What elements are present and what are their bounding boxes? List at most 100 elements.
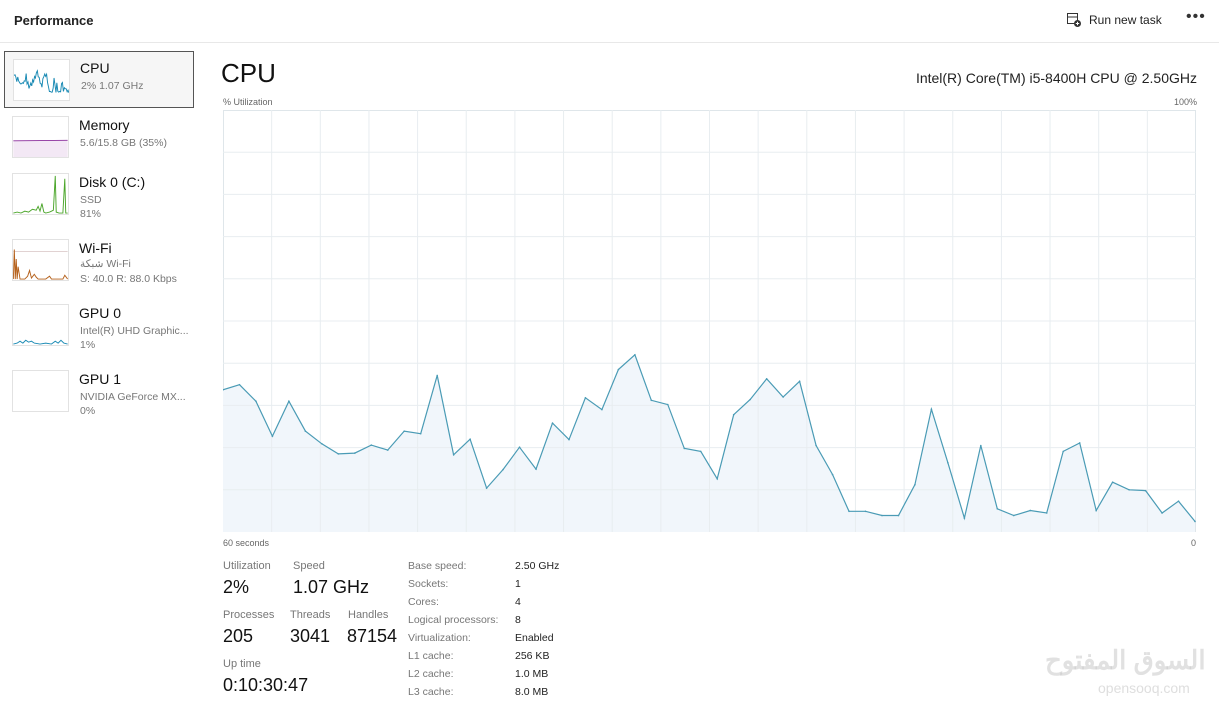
sidebar-item-detail: NVIDIA GeForce MX... <box>80 391 186 403</box>
data-point <box>617 368 620 371</box>
memory-thumbnail-graph <box>12 116 69 158</box>
sidebar-item-label: CPU <box>80 60 110 76</box>
data-point <box>1095 509 1097 512</box>
sidebar-item-detail: شبكة Wi-Fi <box>80 258 131 270</box>
spec-label: L2 cache: <box>408 668 454 680</box>
spec-label: L3 cache: <box>408 686 454 698</box>
sidebar-item-disk-0[interactable]: Disk 0 (C:) SSD 81% <box>4 166 194 223</box>
uptime-value: 0:10:30:47 <box>223 675 309 695</box>
data-point <box>732 413 735 416</box>
run-new-task-button[interactable]: Run new task <box>1066 9 1162 31</box>
handles-label: Handles <box>348 609 389 621</box>
sidebar-item-usage: 81% <box>80 208 102 220</box>
sidebar-item-usage: 0% <box>80 405 96 417</box>
data-point <box>848 510 850 513</box>
sidebar-item-memory[interactable]: Memory 5.6/15.8 GB (35%) <box>4 109 194 166</box>
data-point <box>1177 500 1180 502</box>
data-point <box>634 353 636 356</box>
sidebar-item-label: Memory <box>79 117 130 133</box>
spec-value: 4 <box>515 596 521 608</box>
data-point <box>584 397 587 399</box>
data-point <box>897 514 900 517</box>
threads-value: 3041 <box>290 626 331 646</box>
data-point <box>1194 520 1196 523</box>
sidebar-item-label: GPU 0 <box>79 305 122 321</box>
data-point <box>403 430 406 432</box>
spec-value: 8.0 MB <box>515 686 549 698</box>
data-point <box>255 400 257 402</box>
sidebar-item-gpu-1[interactable]: GPU 1 NVIDIA GeForce MX... 0% <box>4 363 194 420</box>
data-point <box>831 473 834 476</box>
uptime-label: Up time <box>223 658 261 670</box>
data-point <box>963 517 966 519</box>
spec-value: 1.0 MB <box>515 668 549 680</box>
spec-value: 1 <box>515 578 521 590</box>
data-point <box>601 408 603 411</box>
data-point <box>765 378 768 380</box>
data-point <box>716 478 719 480</box>
spec-label: L1 cache: <box>408 650 454 662</box>
title-bar: Performance Run new task ••• <box>0 0 1219 43</box>
sidebar-item-cpu[interactable]: CPU 2% 1.07 GHz <box>4 51 194 108</box>
sidebar-item-detail: Intel(R) UHD Graphic... <box>80 325 189 337</box>
processes-value: 205 <box>223 626 254 646</box>
gpu1-thumbnail-graph <box>12 370 69 412</box>
data-point <box>683 447 686 450</box>
spec-label: Base speed: <box>408 560 467 572</box>
spec-value: 256 KB <box>515 650 550 662</box>
data-point <box>288 400 290 402</box>
data-point <box>815 444 817 447</box>
spec-label: Sockets: <box>408 578 449 590</box>
run-new-task-label: Run new task <box>1089 13 1162 27</box>
x-axis-right-label: 0 <box>1190 538 1196 548</box>
cpu-utilization-chart <box>223 110 1196 532</box>
data-point <box>1111 481 1114 484</box>
threads-label: Threads <box>290 609 331 621</box>
data-point <box>1078 442 1081 444</box>
data-point <box>271 435 274 438</box>
sidebar-item-wifi[interactable]: Wi-Fi شبكة Wi-Fi S: 40.0 R: 88.0 Kbps <box>4 232 194 289</box>
data-point <box>551 422 554 424</box>
data-point <box>947 461 949 464</box>
y-axis-label: % Utilization <box>223 97 273 107</box>
speed-label: Speed <box>293 560 325 572</box>
cpu-model-name: Intel(R) Core(TM) i5-8400H CPU @ 2.50GHz <box>915 70 1197 86</box>
utilization-label: Utilization <box>223 560 271 572</box>
data-point <box>535 468 537 470</box>
data-point <box>980 444 982 447</box>
data-point <box>321 443 323 445</box>
more-options-button[interactable]: ••• <box>1186 8 1206 26</box>
spec-label: Logical processors: <box>408 614 499 626</box>
data-point <box>452 453 455 456</box>
spec-value: 2.50 GHz <box>515 560 560 572</box>
data-point <box>667 403 669 406</box>
data-point <box>1128 489 1130 491</box>
section-title: CPU <box>221 58 276 88</box>
data-point <box>798 380 801 383</box>
data-point <box>914 483 916 486</box>
watermark-logo-text: opensooq.com <box>1098 680 1190 696</box>
speed-value: 1.07 GHz <box>293 577 370 597</box>
wifi-thumbnail-graph <box>12 239 69 281</box>
data-point <box>386 449 389 451</box>
data-point <box>881 514 883 517</box>
cpu-thumbnail-line <box>14 69 69 94</box>
sidebar-item-throughput: S: 40.0 R: 88.0 Kbps <box>80 273 177 285</box>
disk-thumbnail-graph <box>12 173 69 215</box>
sidebar-item-detail: 5.6/15.8 GB (35%) <box>80 137 167 149</box>
processes-label: Processes <box>223 609 275 621</box>
data-point <box>699 450 702 453</box>
run-task-icon <box>1067 13 1081 27</box>
data-point <box>436 374 438 377</box>
data-point <box>1029 509 1032 512</box>
data-point <box>1045 512 1048 514</box>
data-point <box>782 396 784 398</box>
data-point <box>1144 489 1147 492</box>
sidebar-item-label: Disk 0 (C:) <box>79 174 146 190</box>
data-point <box>650 399 653 402</box>
spec-value: 8 <box>515 614 521 626</box>
data-point <box>996 507 999 510</box>
handles-value: 87154 <box>347 626 398 646</box>
data-point <box>502 468 504 471</box>
sidebar-item-gpu-0[interactable]: GPU 0 Intel(R) UHD Graphic... 1% <box>4 297 194 354</box>
